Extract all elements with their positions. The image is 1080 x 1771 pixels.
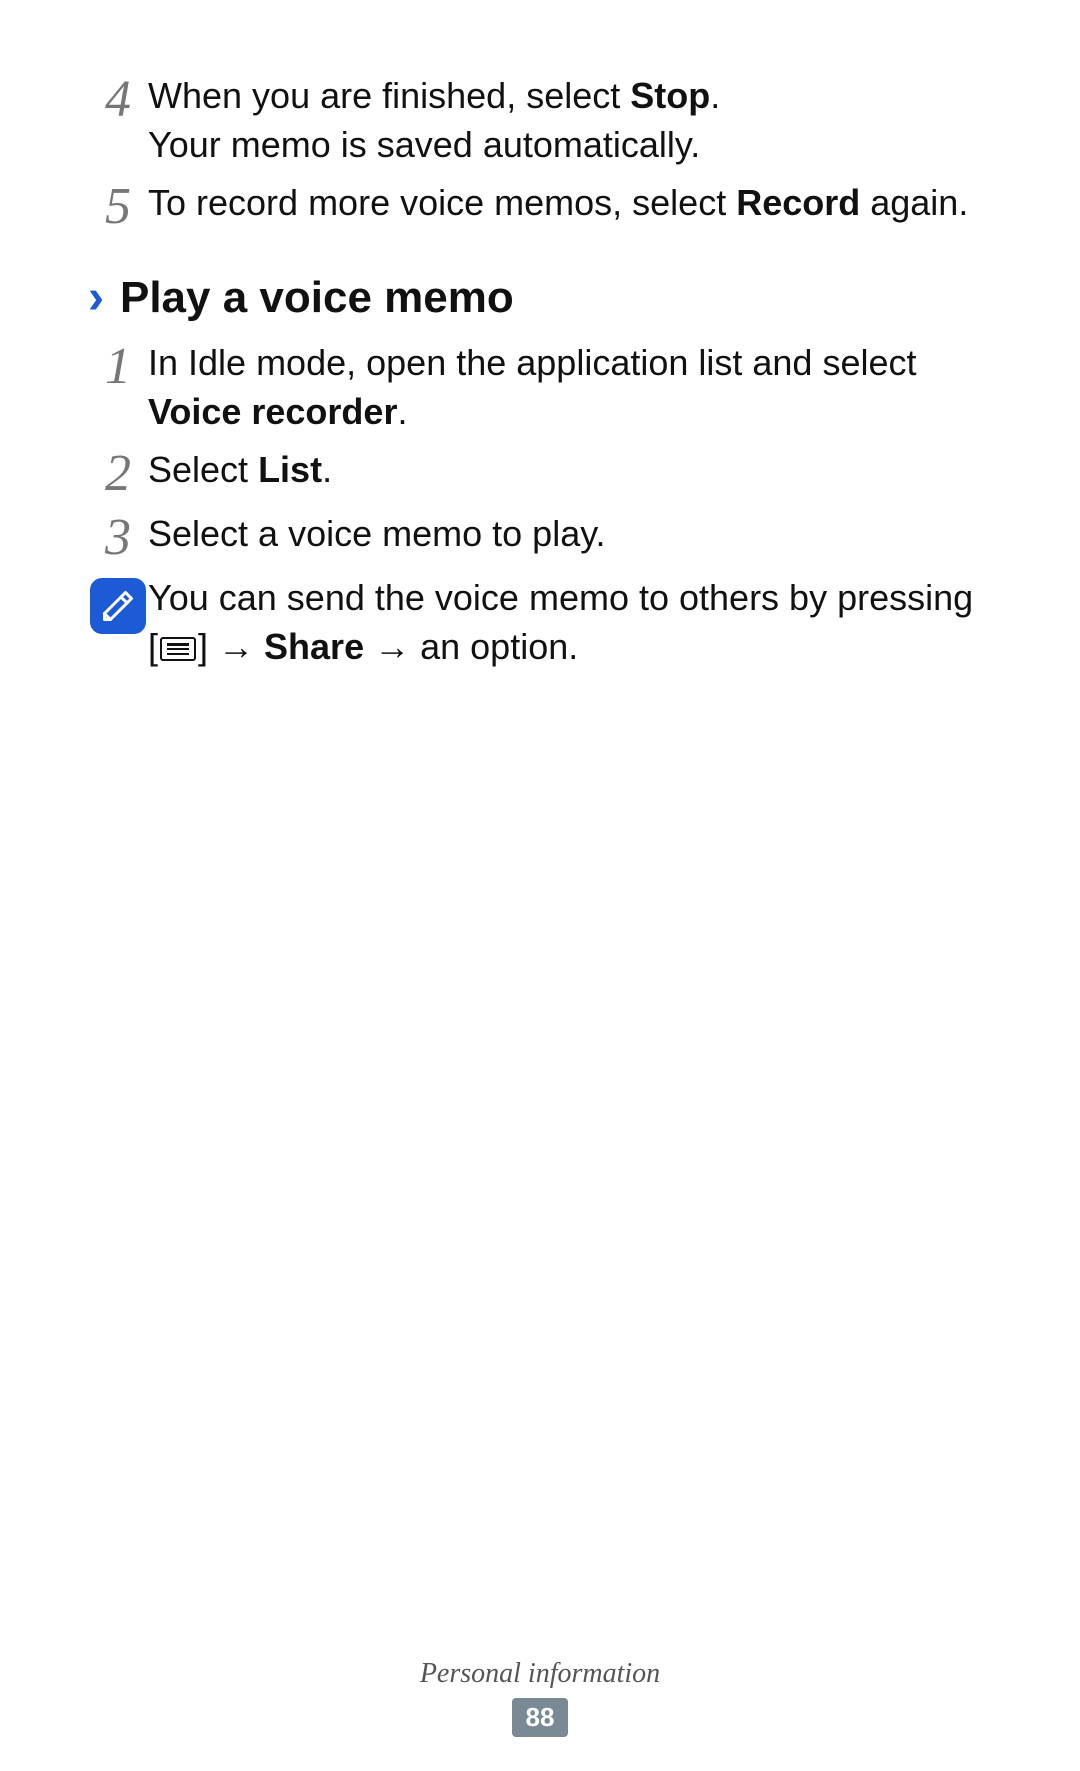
step-number: 1 [88,339,148,393]
heading-text: Play a voice memo [120,273,514,323]
step-number: 2 [88,446,148,500]
note-icon [90,578,146,634]
step-text: To record more voice memos, select Recor… [148,179,968,228]
chevron-right-icon: › [88,274,104,322]
page-footer: Personal information 88 [0,1658,1080,1737]
note-icon-wrapper [88,574,148,634]
step-4: 4 When you are finished, select Stop.You… [88,72,992,169]
step-text: When you are finished, select Stop.Your … [148,72,720,169]
step-text: In Idle mode, open the application list … [148,339,992,436]
step-text: Select List. [148,446,332,495]
step-number: 3 [88,510,148,564]
play-step-3: 3 Select a voice memo to play. [88,510,992,564]
note-share: Share [264,626,364,667]
play-step-1: 1 In Idle mode, open the application lis… [88,339,992,436]
step-5: 5 To record more voice memos, select Rec… [88,179,992,233]
menu-key-icon [158,637,198,661]
note-text: You can send the voice memo to others by… [148,574,973,671]
note-line1: You can send the voice memo to others by… [148,577,973,618]
step-number: 4 [88,72,148,126]
section-heading: › Play a voice memo [88,273,992,323]
manual-page: 4 When you are finished, select Stop.You… [0,0,1080,1771]
step-text: Select a voice memo to play. [148,510,606,559]
note-tail: an option. [420,626,578,667]
footer-section-label: Personal information [0,1658,1080,1690]
step-number: 5 [88,179,148,233]
note-block: You can send the voice memo to others by… [88,574,992,671]
page-number: 88 [512,1698,569,1737]
play-step-2: 2 Select List. [88,446,992,500]
